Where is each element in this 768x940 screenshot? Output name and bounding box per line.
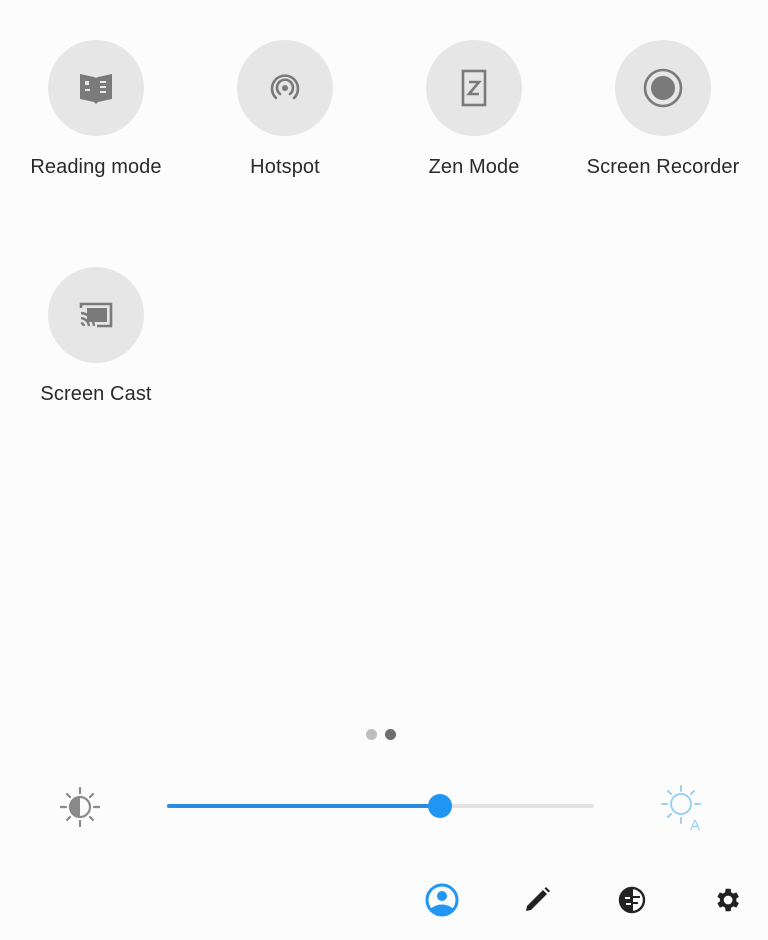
brightness-slider-thumb[interactable] xyxy=(428,794,453,818)
tile-screen-recorder-button[interactable] xyxy=(615,40,711,136)
edit-pencil-icon xyxy=(526,887,550,911)
tile-screen-recorder[interactable]: Screen Recorder xyxy=(568,40,758,179)
tile-reading-mode-button[interactable] xyxy=(48,40,144,136)
cast-icon xyxy=(79,302,113,328)
tile-hotspot-label: Hotspot xyxy=(250,156,320,178)
brightness-slider[interactable] xyxy=(167,793,594,819)
tile-reading-mode-label: Reading mode xyxy=(30,156,162,178)
tile-zen-mode-button[interactable] xyxy=(426,40,522,136)
page-indicator xyxy=(366,729,396,740)
settings-button[interactable] xyxy=(709,880,745,920)
tile-hotspot-button[interactable] xyxy=(237,40,333,136)
brightness-slider-fill xyxy=(167,804,441,808)
hotspot-icon xyxy=(270,74,300,100)
data-saver-button[interactable] xyxy=(614,880,650,920)
user-account-icon xyxy=(425,883,459,917)
settings-gear-icon xyxy=(717,888,739,912)
record-icon xyxy=(643,68,683,108)
page-dot-2-active[interactable] xyxy=(385,729,396,740)
tile-hotspot[interactable]: Hotspot xyxy=(190,40,380,179)
auto-brightness-icon[interactable]: A xyxy=(657,782,707,832)
tile-zen-mode-label: Zen Mode xyxy=(428,156,520,178)
brightness-icon xyxy=(59,786,101,828)
edit-button[interactable] xyxy=(519,880,555,920)
auto-brightness-label: A xyxy=(690,817,700,832)
user-account-button[interactable] xyxy=(424,880,460,920)
book-icon xyxy=(80,74,112,104)
page-dot-1[interactable] xyxy=(366,729,377,740)
tile-zen-mode[interactable]: Zen Mode xyxy=(379,40,569,179)
tile-screen-cast-label: Screen Cast xyxy=(40,383,152,405)
data-saver-icon xyxy=(618,886,646,914)
tile-screen-cast[interactable]: Screen Cast xyxy=(1,267,191,406)
tile-screen-cast-button[interactable] xyxy=(48,267,144,363)
tile-reading-mode[interactable]: Reading mode xyxy=(1,40,191,179)
tile-screen-recorder-label: Screen Recorder xyxy=(586,156,740,178)
zen-mode-icon xyxy=(461,69,487,107)
